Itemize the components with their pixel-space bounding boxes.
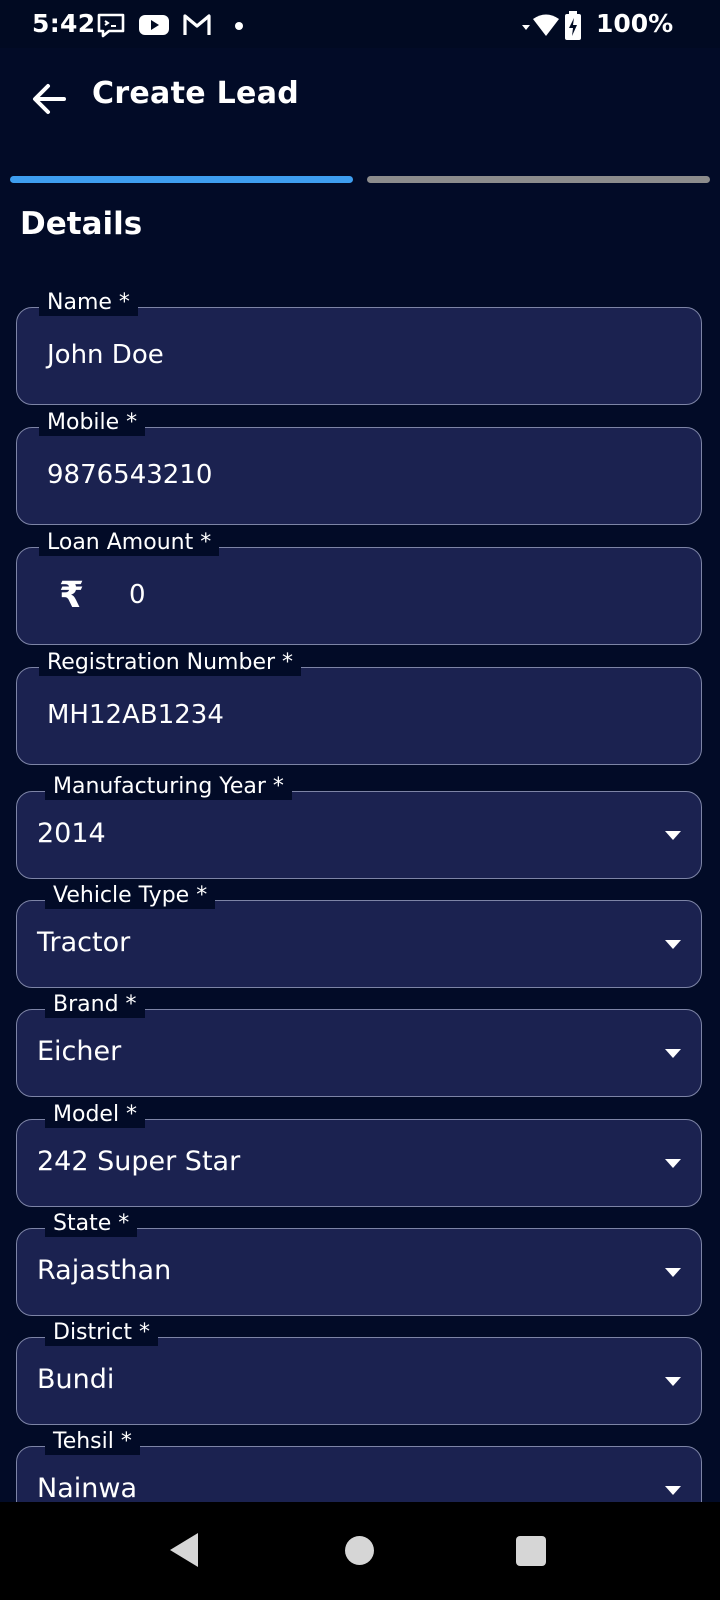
loan-amount-label: Loan Amount * — [39, 530, 220, 556]
model-value: 242 Super Star — [37, 1146, 241, 1177]
district-label: District * — [45, 1320, 159, 1346]
name-field[interactable]: Name * John Doe — [16, 290, 702, 405]
vehicle-type-value: Tractor — [37, 927, 131, 958]
rupee-icon: ₹ — [59, 575, 85, 616]
manufacturing-year-value: 2014 — [37, 818, 106, 849]
registration-number-field[interactable]: Registration Number * MH12AB1234 — [16, 650, 702, 765]
form-area: Name * John Doe Mobile * 9876543210 Loan… — [0, 0, 720, 1502]
tehsil-select[interactable]: Tehsil * Nainwa — [16, 1429, 702, 1502]
state-label: State * — [45, 1211, 138, 1237]
name-label: Name * — [39, 290, 138, 316]
brand-label: Brand * — [45, 992, 145, 1018]
loan-amount-value[interactable]: 0 — [129, 580, 146, 610]
nav-back-icon[interactable] — [170, 1533, 198, 1567]
registration-number-value[interactable]: MH12AB1234 — [47, 700, 224, 730]
loan-amount-field[interactable]: Loan Amount * ₹ 0 — [16, 530, 702, 645]
brand-value: Eicher — [37, 1036, 122, 1067]
mobile-label: Mobile * — [39, 410, 146, 436]
chevron-down-icon[interactable] — [665, 1486, 681, 1495]
chevron-down-icon[interactable] — [665, 1268, 681, 1277]
name-value[interactable]: John Doe — [47, 340, 164, 370]
vehicle-type-label: Vehicle Type * — [45, 883, 216, 909]
district-select[interactable]: District * Bundi — [16, 1320, 702, 1425]
mobile-field[interactable]: Mobile * 9876543210 — [16, 410, 702, 525]
chevron-down-icon[interactable] — [665, 1049, 681, 1058]
state-value: Rajasthan — [37, 1255, 172, 1286]
manufacturing-year-label: Manufacturing Year * — [45, 774, 292, 800]
chevron-down-icon[interactable] — [665, 1159, 681, 1168]
nav-home-icon[interactable] — [345, 1536, 374, 1565]
district-value: Bundi — [37, 1364, 115, 1395]
tehsil-label: Tehsil * — [45, 1429, 140, 1455]
vehicle-type-select[interactable]: Vehicle Type * Tractor — [16, 883, 702, 988]
chevron-down-icon[interactable] — [665, 831, 681, 840]
model-select[interactable]: Model * 242 Super Star — [16, 1102, 702, 1207]
mobile-value[interactable]: 9876543210 — [47, 460, 212, 490]
model-label: Model * — [45, 1102, 146, 1128]
chevron-down-icon[interactable] — [665, 1377, 681, 1386]
brand-select[interactable]: Brand * Eicher — [16, 992, 702, 1097]
tehsil-value: Nainwa — [37, 1473, 137, 1502]
manufacturing-year-select[interactable]: Manufacturing Year * 2014 — [16, 774, 702, 879]
chevron-down-icon[interactable] — [665, 940, 681, 949]
state-select[interactable]: State * Rajasthan — [16, 1211, 702, 1316]
system-nav-bar — [0, 1502, 720, 1600]
nav-recents-icon[interactable] — [516, 1536, 546, 1566]
registration-number-label: Registration Number * — [39, 650, 302, 676]
